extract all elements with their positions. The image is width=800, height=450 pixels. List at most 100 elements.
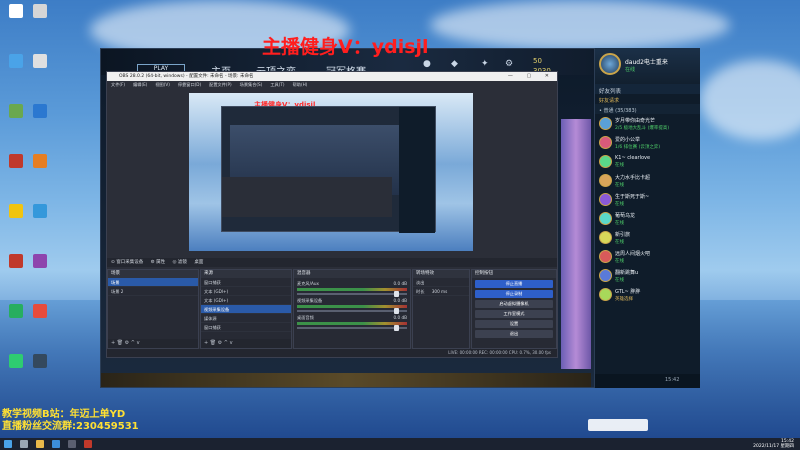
source-item[interactable]: 媒体源 [201,314,291,323]
desktop-button[interactable]: 桌面 [194,258,203,267]
control-button[interactable]: 设置 [475,320,553,328]
user-status: 在线 [625,67,636,73]
menu-item[interactable]: 文件(F) [111,82,125,87]
desktop-icon[interactable] [4,354,28,368]
app-icon [9,54,23,68]
desktop-icon[interactable] [4,4,28,18]
transition-duration[interactable]: 时长 300 ms [413,287,469,296]
filters-button[interactable]: ◎ 滤镜 [173,258,187,267]
control-button[interactable]: 停止录制 [475,290,553,298]
game-icon[interactable] [84,440,92,448]
menu-item[interactable]: 帮助(H) [293,82,308,87]
track-name: 麦克风/Aux [297,281,319,286]
desktop-icon[interactable] [28,304,52,318]
friend-item[interactable]: K1~ clearlove 在线 [595,152,700,171]
search-icon[interactable] [20,440,28,448]
friend-item[interactable]: 翻新跳舞u 在线 [595,266,700,285]
transitions-dock: 转场特效 淡出 时长 300 ms [412,269,470,349]
control-button[interactable]: 启动虚拟摄像机 [475,300,553,308]
friend-item[interactable]: 大力水手比卡超 在线 [595,171,700,190]
desktop-icon[interactable] [28,154,52,168]
friend-name: 新引旅 [615,232,631,238]
explorer-icon[interactable] [36,440,44,448]
friend-item[interactable]: 新引旅 在线 [595,228,700,247]
friend-item[interactable]: 葡萄乌龙 在线 [595,209,700,228]
desktop-icon[interactable] [4,54,28,68]
loot-icon[interactable]: ⚙ [505,59,513,69]
transition-type[interactable]: 淡出 [413,278,469,287]
friend-item[interactable]: 远周人间烟火吧 在线 [595,247,700,266]
friend-status: 2/5 极地大乱斗 (爆率提高) [615,126,670,131]
obs-title-text: OBS 28.0.2 (64-bit, windows) - 配置文件: 未命名… [119,74,254,79]
menu-item[interactable]: 停靠窗口(D) [178,82,201,87]
launcher-art [561,119,591,369]
friend-avatar [599,193,612,206]
profile-icon[interactable]: ● [423,59,431,69]
menu-item[interactable]: 工具(T) [270,82,284,87]
menu-item[interactable]: 编辑(E) [133,82,147,87]
browser-icon[interactable] [52,440,60,448]
volume-slider[interactable] [297,308,407,314]
volume-slider[interactable] [297,291,407,297]
desktop-icon[interactable] [4,204,28,218]
desktop-icon[interactable] [28,54,52,68]
slider-knob[interactable] [394,308,399,314]
menu-item[interactable]: 场景集合(S) [240,82,263,87]
start-icon[interactable] [4,440,12,448]
shield-icon[interactable]: ◆ [451,59,458,69]
properties-button[interactable]: ⚙ 属性 [151,258,165,267]
slider-knob[interactable] [394,291,399,297]
app-icon [33,204,47,218]
desktop-icon[interactable] [4,154,28,168]
source-item[interactable]: 视频采集设备 [201,305,291,314]
desktop-icon[interactable] [28,4,52,18]
control-button[interactable]: 退出 [475,330,553,338]
desktop-icon[interactable] [28,204,52,218]
clock-date: 2022/11/17 星期四 [753,444,794,449]
source-item[interactable]: 窗口捕获 [201,278,291,287]
menu-item[interactable]: 视图(V) [155,82,170,87]
menu-item[interactable]: 配置文件(P) [209,82,232,87]
desktop-icon[interactable] [28,354,52,368]
friend-name: 大力水手比卡超 [615,175,651,181]
control-button[interactable]: 停止直播 [475,280,553,288]
desktop-icon[interactable] [28,254,52,268]
friend-group-header[interactable]: • 普通 (35/383) [595,104,700,114]
desktop-icon[interactable] [28,104,52,118]
friend-item[interactable]: 爱的小公举 1/6 排位赛 (云顶之弈) [595,133,700,152]
volume-meter [297,305,407,308]
scene-item[interactable]: 场景 [108,278,198,287]
window-controls[interactable]: — ▢ ✕ [508,72,555,81]
control-button[interactable]: 工作室模式 [475,310,553,318]
desktop-icon[interactable] [4,304,28,318]
friend-item[interactable]: GTL~ 胖胖 英雄选择 [595,285,700,304]
track-db: 0.0 dB [393,315,407,320]
scenes-footer[interactable]: + 🗑 ⚙ ^ v [108,339,198,348]
obs-icon[interactable] [68,440,76,448]
desktop-icon[interactable] [4,104,28,118]
source-item[interactable]: 文本 (GDI+) [201,287,291,296]
mixer-dock: 混音器 麦克风/Aux 0.0 dB 视频采集设备 0.0 dB 桌面音频 0.0 dB [293,269,411,349]
desktop-icon[interactable] [4,254,28,268]
controls-list: 停止直播停止录制启动虚拟摄像机 工作室模式设置退出 [472,280,556,338]
track-header: 桌面音频 0.0 dB [297,315,407,321]
friend-requests[interactable]: 好友请求 [595,94,700,104]
friend-item[interactable]: 岁月带你由奇光芒 2/5 极地大乱斗 (爆率提高) [595,114,700,133]
cloud [700,60,800,140]
app-icon [9,304,23,318]
source-item[interactable]: 文本 (GDI+) [201,296,291,305]
source-item[interactable]: 窗口捕获 [201,323,291,332]
obs-preview[interactable]: 主播健身V：ydisjl [189,93,473,251]
transitions-title: 转场特效 [413,270,469,278]
sources-footer[interactable]: + 🗑 ⚙ ^ v [201,339,291,348]
volume-slider[interactable] [297,325,407,331]
friend-item[interactable]: 生于斯死于斯~ 在线 [595,190,700,209]
app-icon [33,304,47,318]
taskbar-popup [588,419,648,431]
store-icon[interactable]: ✦ [481,59,489,69]
scene-item[interactable]: 场景 2 [108,287,198,296]
slider-knob[interactable] [394,325,399,331]
taskbar: 15:42 2022/11/17 星期四 [0,438,800,450]
avatar[interactable] [599,53,621,75]
system-tray[interactable]: 15:42 2022/11/17 星期四 [753,439,794,449]
